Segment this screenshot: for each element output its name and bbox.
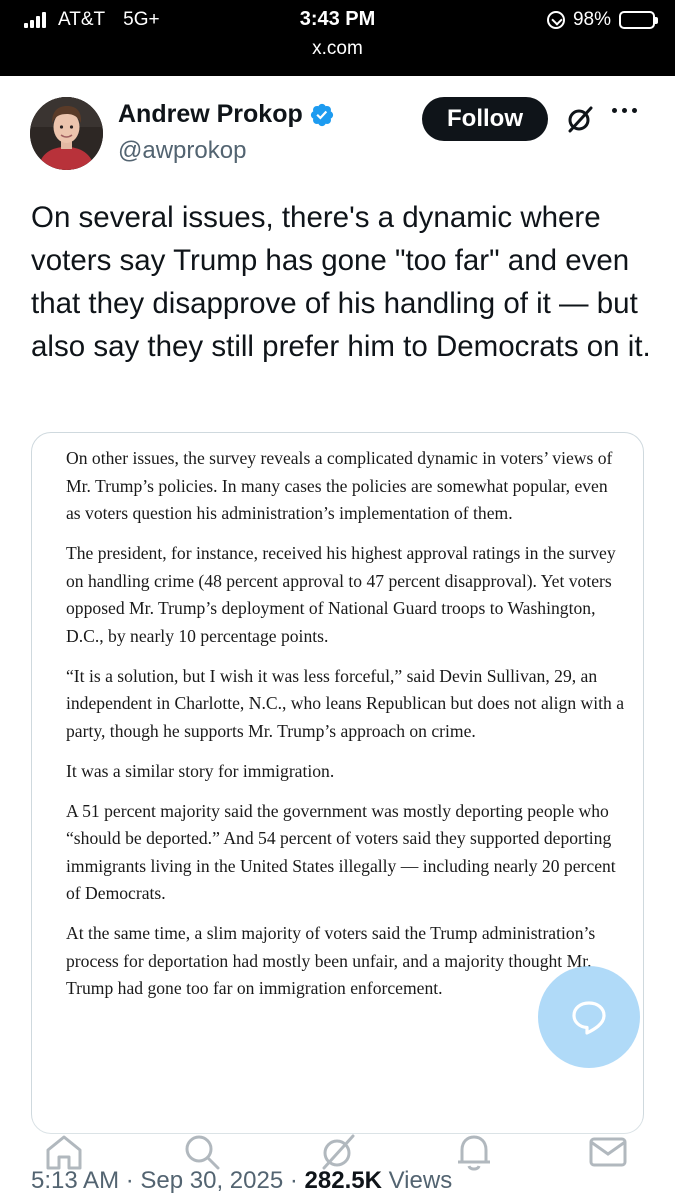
notifications-icon[interactable] — [452, 1130, 496, 1174]
status-right: 98% — [546, 9, 658, 31]
article-paragraph: A 51 percent majority said the governmen… — [66, 800, 616, 904]
tweet-date: Sep 30, 2025 — [140, 1167, 284, 1194]
views-count: 282.5K — [304, 1167, 382, 1194]
views-label: Views — [388, 1167, 453, 1194]
messages-icon[interactable] — [586, 1130, 630, 1174]
article-paragraph: At the same time, a slim majority of vot… — [66, 923, 596, 998]
tweet-text: On several issues, there's a dynamic whe… — [31, 201, 651, 363]
author-name[interactable]: Andrew Prokop — [118, 100, 335, 129]
url-bar[interactable]: x.com — [0, 38, 675, 60]
tweet-metadata: 5:13 AM · Sep 30, 2025 · 282.5K Views — [31, 1167, 452, 1195]
meta-separator: · — [289, 1167, 305, 1194]
article-paragraph: The president, for instance, received hi… — [66, 543, 616, 646]
avatar[interactable] — [30, 97, 103, 170]
article-paragraph: On other issues, the survey reveals a co… — [66, 448, 613, 523]
compose-reply-button[interactable] — [538, 966, 640, 1068]
orientation-lock-icon — [546, 11, 565, 29]
meta-separator: · — [125, 1167, 141, 1194]
article-paragraph: “It is a solution, but I wish it was les… — [66, 665, 625, 741]
status-bar: AT&T 5G+ 3:43 PM 98% — [0, 6, 675, 36]
grok-icon[interactable] — [565, 104, 595, 134]
compose-reply-icon — [572, 1001, 606, 1035]
tweet-time: 5:13 AM — [31, 1167, 120, 1194]
article-excerpt: On other issues, the survey reveals a co… — [66, 445, 626, 1015]
article-paragraph: It was a similar story for immigration. — [66, 760, 335, 781]
battery-icon — [619, 11, 658, 29]
follow-button[interactable]: Follow — [422, 97, 548, 141]
battery-percent: 98% — [572, 9, 611, 30]
author-name-text: Andrew Prokop — [118, 100, 303, 128]
avatar-image — [30, 97, 103, 170]
more-options-icon[interactable] — [612, 108, 637, 113]
author-handle[interactable]: @awprokop — [118, 137, 246, 165]
verified-badge-icon — [310, 103, 333, 126]
top-bar: AT&T 5G+ 3:43 PM 98% x.com — [0, 0, 675, 76]
